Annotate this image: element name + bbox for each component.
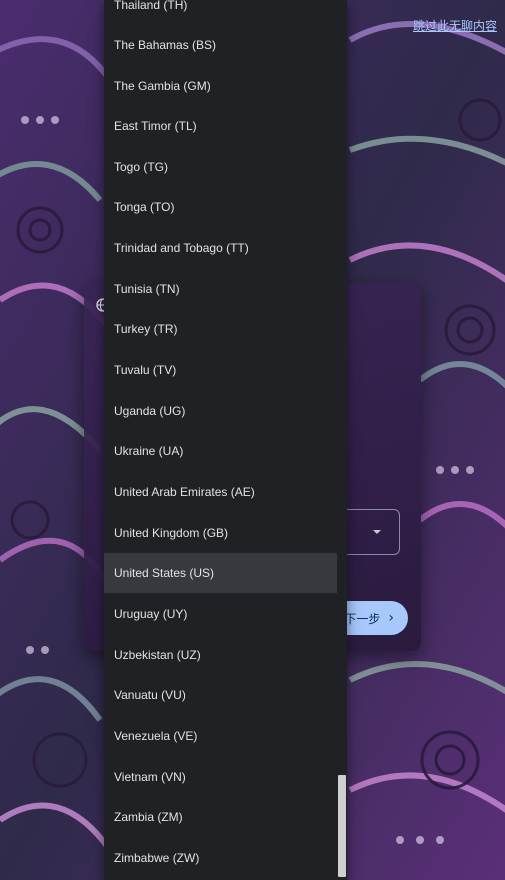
country-option-selected[interactable]: United States (US)	[104, 553, 337, 593]
country-option[interactable]: The Gambia (GM)	[104, 66, 337, 106]
country-option[interactable]: Uganda (UG)	[104, 391, 337, 431]
skip-content-link[interactable]: 跳过此无聊内容	[413, 17, 497, 34]
country-option[interactable]: The Bahamas (BS)	[104, 25, 337, 65]
scrollbar-track[interactable]	[337, 0, 347, 880]
country-option[interactable]: United Arab Emirates (AE)	[104, 472, 337, 512]
country-option[interactable]: Thailand (TH)	[104, 0, 337, 25]
country-option[interactable]: East Timor (TL)	[104, 106, 337, 146]
country-option[interactable]: United Kingdom (GB)	[104, 513, 337, 553]
country-dropdown-list[interactable]: Thailand (TH) The Bahamas (BS) The Gambi…	[104, 0, 347, 880]
country-option[interactable]: Uzbekistan (UZ)	[104, 635, 337, 675]
country-option[interactable]: Turkey (TR)	[104, 309, 337, 349]
country-option[interactable]: Trinidad and Tobago (TT)	[104, 228, 337, 268]
country-option[interactable]: Ukraine (UA)	[104, 431, 337, 471]
country-option[interactable]: Tonga (TO)	[104, 187, 337, 227]
chevron-right-icon: ›	[388, 610, 394, 626]
scrollbar-thumb[interactable]	[338, 775, 346, 877]
country-option[interactable]: Zambia (ZM)	[104, 797, 337, 837]
country-option[interactable]: Venezuela (VE)	[104, 716, 337, 756]
country-option[interactable]: Tunisia (TN)	[104, 269, 337, 309]
country-option[interactable]: Togo (TG)	[104, 147, 337, 187]
country-option[interactable]: Vanuatu (VU)	[104, 675, 337, 715]
country-option[interactable]: Zimbabwe (ZW)	[104, 838, 337, 878]
country-option[interactable]: Vietnam (VN)	[104, 757, 337, 797]
country-option[interactable]: Uruguay (UY)	[104, 594, 337, 634]
dropdown-caret-icon	[373, 530, 381, 534]
next-button-label: 下一步	[344, 611, 381, 626]
country-option[interactable]: Tuvalu (TV)	[104, 350, 337, 390]
